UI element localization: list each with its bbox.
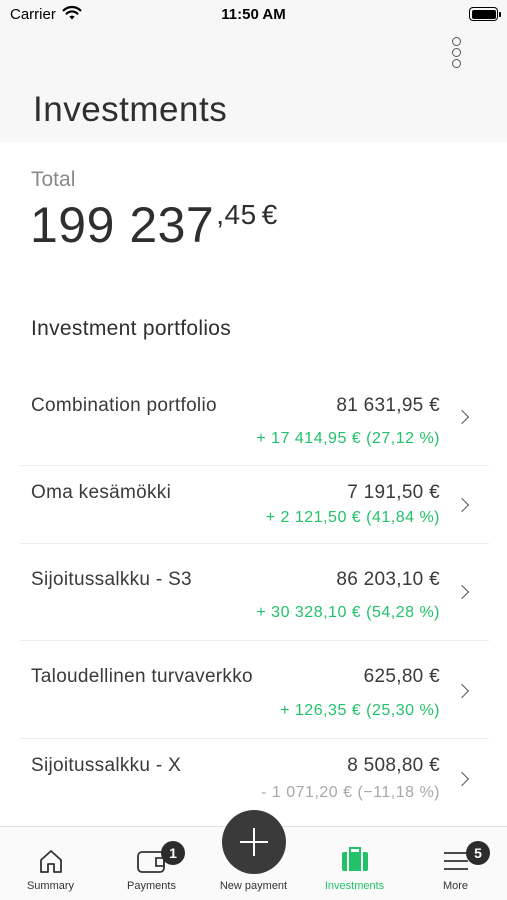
portfolio-change: + 17 414,95 € (27,12 %) xyxy=(256,430,440,447)
total-label: Total xyxy=(31,168,76,191)
tab-label: Investments xyxy=(324,880,385,892)
more-badge: 5 xyxy=(466,841,490,865)
status-bar: Carrier 11:50 AM xyxy=(0,0,507,30)
total-amount-currency: € xyxy=(261,199,278,230)
portfolio-value: 625,80 € xyxy=(363,666,440,687)
portfolio-row[interactable]: Oma kesämökki 7 191,50 € + 2 121,50 € (4… xyxy=(20,466,489,544)
tab-payments[interactable]: 1 Payments xyxy=(101,827,202,900)
chevron-right-icon xyxy=(454,497,470,513)
portfolio-row[interactable]: Taloudellinen turvaverkko 625,80 € + 126… xyxy=(20,641,489,739)
portfolio-value: 81 631,95 € xyxy=(336,395,440,416)
tab-label: More xyxy=(442,880,469,892)
portfolio-change: + 2 121,50 € (41,84 %) xyxy=(265,509,440,526)
tab-label: New payment xyxy=(219,880,288,892)
section-title: Investment portfolios xyxy=(31,317,232,340)
portfolio-list: Combination portfolio 81 631,95 € + 17 4… xyxy=(20,370,489,824)
total-amount: 199 237,45 € xyxy=(30,196,278,254)
total-amount-cents: ,45 xyxy=(216,199,257,230)
portfolio-row[interactable]: Sijoitussalkku - S3 86 203,10 € + 30 328… xyxy=(20,544,489,641)
portfolio-row[interactable]: Combination portfolio 81 631,95 € + 17 4… xyxy=(20,370,489,466)
battery-icon xyxy=(469,7,501,21)
chevron-right-icon xyxy=(454,683,470,699)
home-icon xyxy=(40,850,62,873)
page-title: Investments xyxy=(33,90,228,129)
more-options-icon[interactable] xyxy=(445,37,469,69)
payments-badge: 1 xyxy=(161,841,185,865)
portfolio-change: + 30 328,10 € (54,28 %) xyxy=(256,604,440,621)
portfolio-name: Sijoitussalkku - X xyxy=(31,755,182,776)
chevron-right-icon xyxy=(454,584,470,600)
page-header: Investments xyxy=(0,30,507,142)
portfolio-name: Sijoitussalkku - S3 xyxy=(31,569,192,590)
portfolio-name: Combination portfolio xyxy=(31,395,217,416)
tab-investments[interactable]: Investments xyxy=(304,827,405,900)
portfolio-value: 7 191,50 € xyxy=(347,482,440,503)
tab-label: Summary xyxy=(26,880,75,892)
portfolio-name: Taloudellinen turvaverkko xyxy=(31,666,253,687)
plus-icon-vertical xyxy=(253,828,255,856)
tab-summary[interactable]: Summary xyxy=(0,827,101,900)
tab-more[interactable]: 5 More xyxy=(405,827,506,900)
chevron-right-icon xyxy=(454,409,470,425)
total-amount-whole: 199 237 xyxy=(30,197,215,253)
portfolio-value: 8 508,80 € xyxy=(347,755,440,776)
chevron-right-icon xyxy=(454,771,470,787)
tab-label: Payments xyxy=(127,880,176,892)
portfolio-change: - 1 071,20 € (−11,18 %) xyxy=(261,784,440,801)
portfolio-change: + 126,35 € (25,30 %) xyxy=(280,702,440,719)
briefcase-icon xyxy=(342,847,368,871)
new-payment-button[interactable] xyxy=(222,810,286,874)
portfolio-value: 86 203,10 € xyxy=(336,569,440,590)
portfolio-name: Oma kesämökki xyxy=(31,482,172,503)
clock: 11:50 AM xyxy=(221,6,286,23)
